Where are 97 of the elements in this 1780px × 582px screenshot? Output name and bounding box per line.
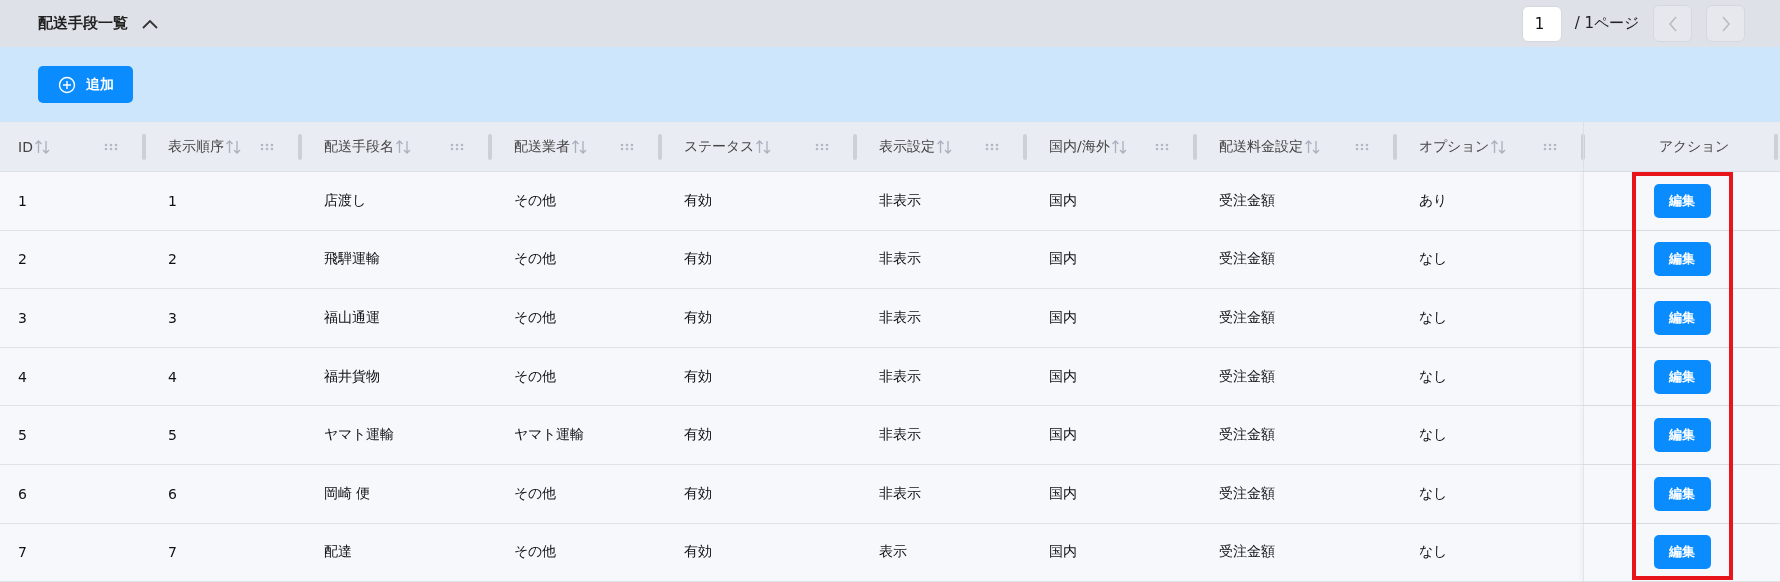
table-cell: その他 bbox=[514, 250, 556, 269]
table-cell: 有効 bbox=[684, 250, 712, 269]
table-cell: その他 bbox=[514, 543, 556, 562]
table-cell: 非表示 bbox=[879, 309, 921, 327]
table-cell: 非表示 bbox=[879, 250, 921, 269]
sort-icon[interactable] bbox=[33, 138, 51, 155]
table-cell: 3 bbox=[18, 310, 27, 326]
table-cell: 国内 bbox=[1049, 484, 1077, 503]
table-cell: 有効 bbox=[684, 367, 712, 386]
table-cell: 国内 bbox=[1049, 367, 1077, 386]
column-header[interactable]: 表示順序 bbox=[168, 137, 224, 156]
chevron-left-icon bbox=[1667, 15, 1678, 32]
column-header[interactable]: ステータス bbox=[684, 137, 754, 156]
table-cell: 5 bbox=[18, 427, 27, 444]
page-input[interactable]: 1 bbox=[1521, 5, 1562, 42]
drag-handle-icon[interactable] bbox=[104, 142, 118, 151]
table-cell: 国内 bbox=[1049, 191, 1077, 210]
drag-handle-icon[interactable] bbox=[1155, 142, 1169, 151]
drag-handle-icon[interactable] bbox=[1355, 142, 1369, 151]
table-cell: 福井貨物 bbox=[324, 367, 380, 386]
table-cell: 7 bbox=[18, 544, 27, 561]
column-header[interactable]: 配送手段名 bbox=[324, 137, 394, 156]
table-cell: 2 bbox=[18, 251, 27, 268]
table-cell: 非表示 bbox=[879, 426, 921, 445]
table-cell: 国内 bbox=[1049, 309, 1077, 327]
table-cell: 表示 bbox=[879, 543, 907, 562]
table-cell: 岡崎 便 bbox=[324, 484, 371, 503]
table-cell: なし bbox=[1419, 367, 1447, 386]
table-cell: 4 bbox=[168, 368, 177, 385]
table-cell: 3 bbox=[168, 310, 177, 326]
table-cell: 受注金額 bbox=[1219, 367, 1275, 386]
table-cell: 受注金額 bbox=[1219, 484, 1275, 503]
table-cell: 福山通運 bbox=[324, 309, 380, 327]
table-cell: 受注金額 bbox=[1219, 191, 1275, 210]
plus-circle-icon bbox=[57, 75, 76, 94]
table-cell: 6 bbox=[18, 485, 27, 502]
table-cell: なし bbox=[1419, 543, 1447, 562]
drag-handle-icon[interactable] bbox=[815, 142, 829, 151]
drag-handle-icon[interactable] bbox=[1543, 142, 1557, 151]
sort-icon[interactable] bbox=[936, 138, 953, 155]
table-cell: 受注金額 bbox=[1219, 309, 1275, 327]
sort-icon[interactable] bbox=[571, 138, 588, 155]
table-cell: 7 bbox=[168, 544, 177, 561]
sort-icon[interactable] bbox=[1304, 138, 1321, 155]
table-cell: なし bbox=[1419, 426, 1447, 445]
table-cell: 5 bbox=[168, 427, 177, 444]
sort-icon[interactable] bbox=[1110, 138, 1128, 155]
table-cell: その他 bbox=[514, 484, 556, 503]
table-cell: 国内 bbox=[1049, 250, 1077, 269]
table-cell: 1 bbox=[18, 192, 27, 209]
table-cell: 非表示 bbox=[879, 367, 921, 386]
table-cell: 2 bbox=[168, 251, 177, 268]
drag-handle-icon[interactable] bbox=[260, 142, 274, 151]
table-cell: 4 bbox=[18, 368, 27, 385]
sort-icon[interactable] bbox=[225, 138, 242, 155]
table-cell: なし bbox=[1419, 484, 1447, 503]
table-cell: 国内 bbox=[1049, 426, 1077, 445]
column-header[interactable]: オプション bbox=[1419, 137, 1489, 156]
table-cell: 受注金額 bbox=[1219, 426, 1275, 445]
table-cell: 有効 bbox=[684, 426, 712, 445]
table-cell: なし bbox=[1419, 250, 1447, 269]
table-cell: 有効 bbox=[684, 543, 712, 562]
panel-title: 配送手段一覧 bbox=[38, 14, 128, 33]
page-total: / 1ページ bbox=[1574, 14, 1639, 33]
sort-icon[interactable] bbox=[755, 138, 772, 155]
drag-handle-icon[interactable] bbox=[985, 142, 999, 151]
table-cell: なし bbox=[1419, 309, 1447, 327]
table-cell: 飛騨運輸 bbox=[324, 250, 380, 269]
table-cell: 受注金額 bbox=[1219, 543, 1275, 562]
table-cell: その他 bbox=[514, 309, 556, 327]
table-cell: 店渡し bbox=[324, 191, 366, 210]
table-cell: 国内 bbox=[1049, 543, 1077, 562]
column-header[interactable]: ID bbox=[18, 138, 33, 155]
table-cell: 6 bbox=[168, 485, 177, 502]
table-cell: 有効 bbox=[684, 191, 712, 210]
sort-icon[interactable] bbox=[1490, 138, 1507, 155]
column-header[interactable]: 表示設定 bbox=[879, 137, 935, 156]
table-cell: 有効 bbox=[684, 309, 712, 327]
table-cell: 受注金額 bbox=[1219, 250, 1275, 269]
chevron-right-icon bbox=[1720, 15, 1731, 32]
table-cell: 1 bbox=[168, 192, 177, 209]
collapse-chevron-icon[interactable] bbox=[142, 18, 158, 29]
table-cell: あり bbox=[1419, 191, 1447, 210]
column-header[interactable]: 配送料金設定 bbox=[1219, 137, 1303, 156]
column-header[interactable]: 国内/海外 bbox=[1049, 137, 1110, 156]
table-cell: 非表示 bbox=[879, 191, 921, 210]
table-cell: その他 bbox=[514, 191, 556, 210]
table-cell: 有効 bbox=[684, 484, 712, 503]
table-cell: 非表示 bbox=[879, 484, 921, 503]
table-cell: その他 bbox=[514, 367, 556, 386]
table-cell: ヤマト運輸 bbox=[324, 426, 394, 445]
table-cell: ヤマト運輸 bbox=[514, 426, 584, 445]
column-header[interactable]: 配送業者 bbox=[514, 137, 570, 156]
drag-handle-icon[interactable] bbox=[450, 142, 464, 151]
drag-handle-icon[interactable] bbox=[620, 142, 634, 151]
sort-icon[interactable] bbox=[395, 138, 412, 155]
table-cell: 配達 bbox=[324, 543, 352, 562]
